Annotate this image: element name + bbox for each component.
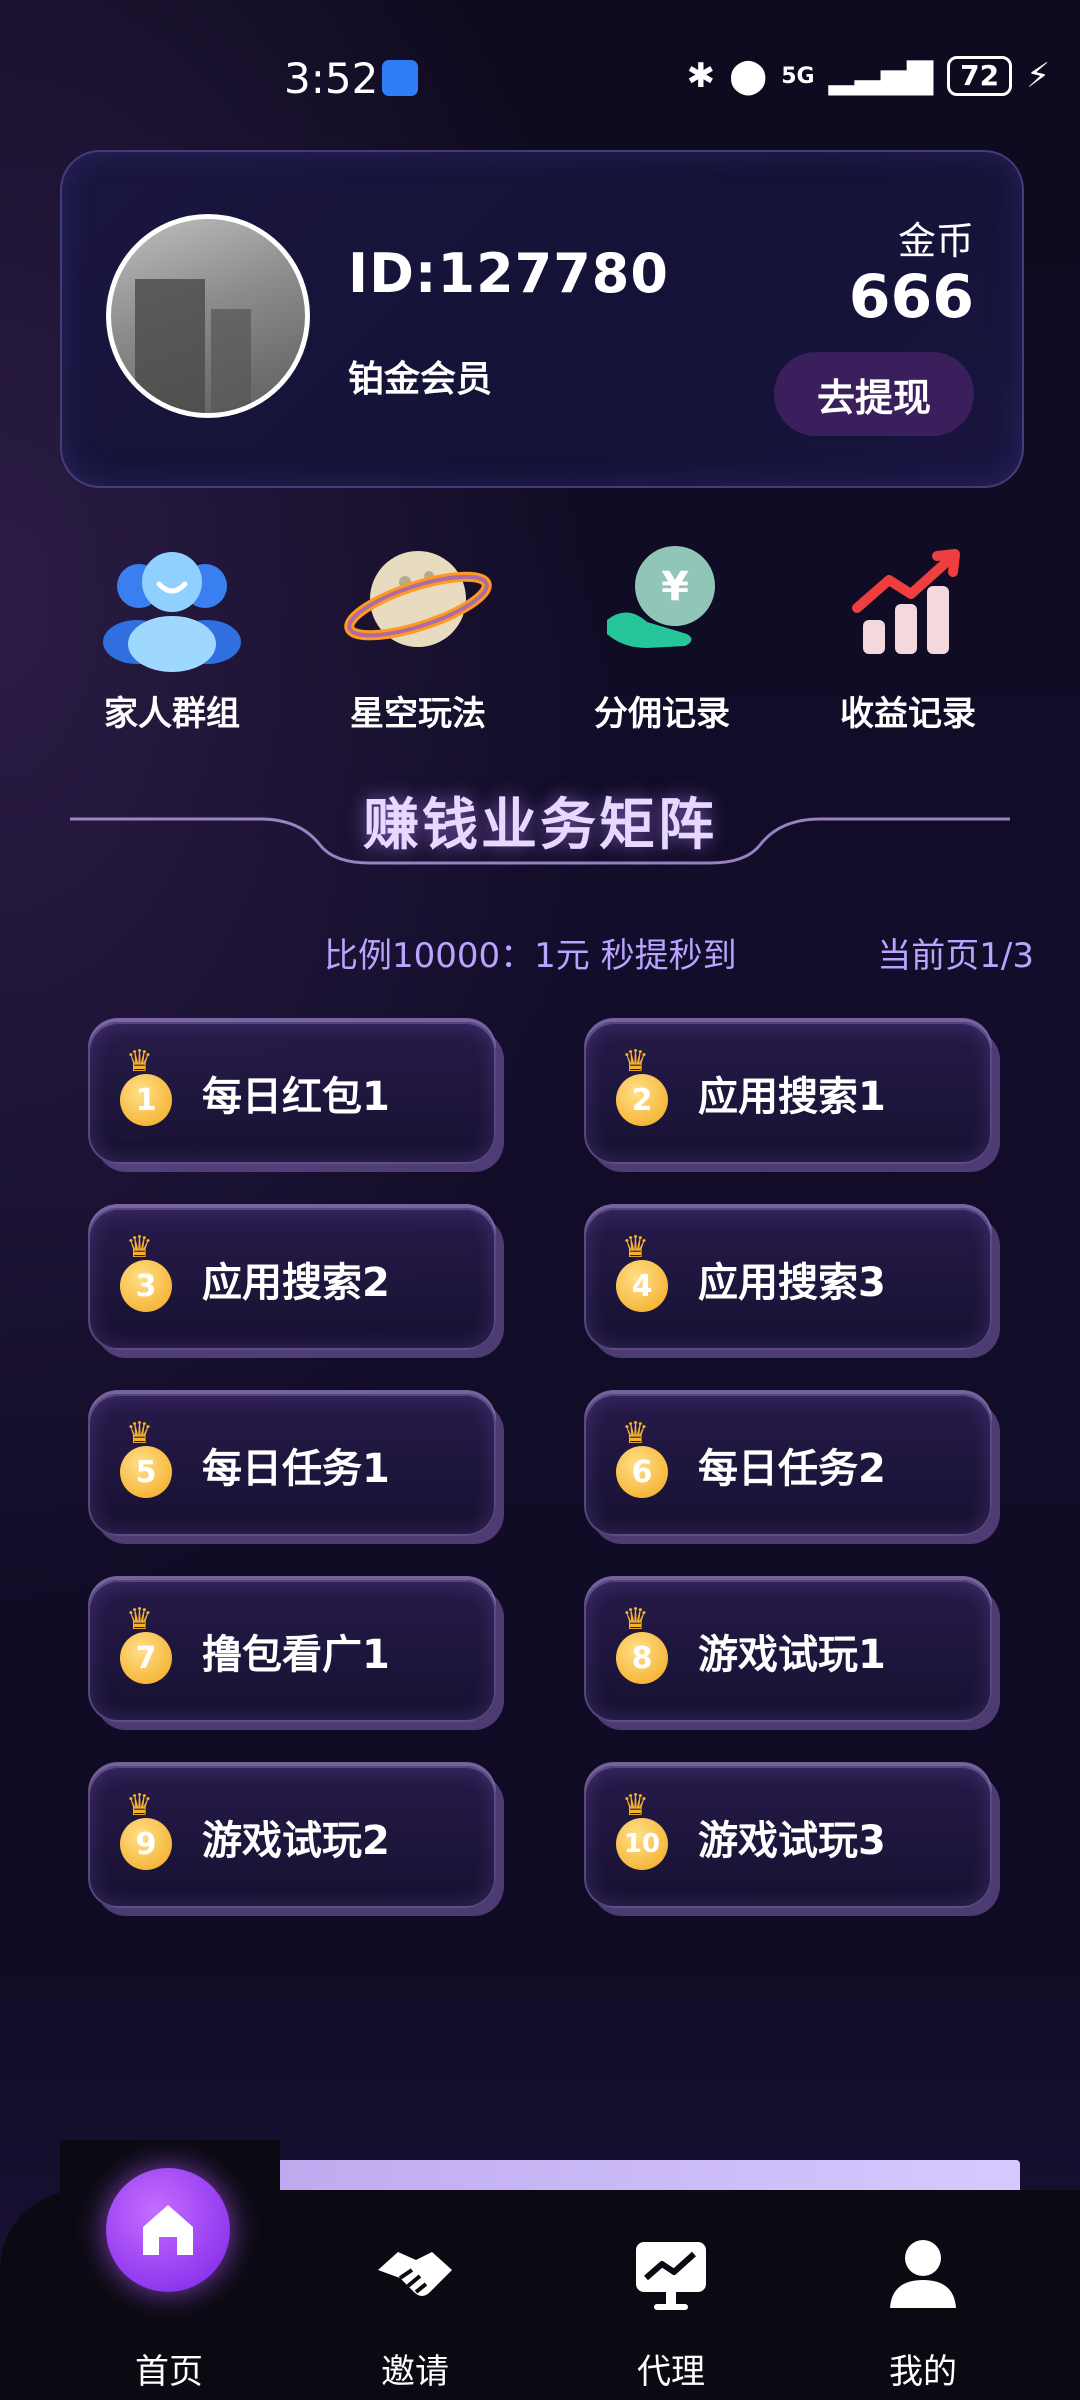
planet-icon bbox=[343, 524, 493, 674]
nav-invite[interactable]: 邀请 bbox=[340, 2200, 490, 2393]
quick-action-label: 家人群组 bbox=[104, 694, 240, 734]
bluetooth-icon: ✱ bbox=[686, 56, 716, 96]
crown-icon: ♛ bbox=[126, 1044, 153, 1079]
task-name: 应用搜索1 bbox=[698, 1074, 886, 1120]
coin-label: 金币 bbox=[897, 219, 974, 263]
quick-action-earnings[interactable]: 收益记录 bbox=[808, 524, 1008, 735]
rank-badge: ♛ 8 bbox=[616, 1602, 668, 1684]
member-level: 铂金会员 bbox=[348, 359, 493, 400]
nav-label: 首页 bbox=[135, 2352, 203, 2392]
nav-agent[interactable]: 代理 bbox=[596, 2200, 746, 2393]
task-card[interactable]: ♛ 10 游戏试玩3 bbox=[584, 1766, 992, 1908]
task-card[interactable]: ♛ 4 应用搜索3 bbox=[584, 1208, 992, 1350]
handshake-icon bbox=[370, 2230, 460, 2320]
rank-badge: ♛ 7 bbox=[120, 1602, 172, 1684]
battery-level: 72 bbox=[947, 56, 1013, 96]
nav-label: 我的 bbox=[889, 2352, 957, 2392]
agent-chart-icon bbox=[626, 2230, 716, 2320]
crown-icon: ♛ bbox=[126, 1416, 153, 1451]
family-group-icon bbox=[97, 524, 247, 674]
user-id: ID:127780 bbox=[348, 242, 669, 305]
quick-action-label: 星空玩法 bbox=[350, 694, 486, 734]
rank-badge: ♛ 2 bbox=[616, 1044, 668, 1126]
charging-icon: ⚡ bbox=[1026, 56, 1050, 96]
app-notification-icon bbox=[382, 60, 418, 96]
quick-action-label: 收益记录 bbox=[840, 694, 976, 734]
task-name: 游戏试玩1 bbox=[698, 1632, 886, 1678]
task-card[interactable]: ♛ 7 撸包看广1 bbox=[88, 1580, 496, 1722]
location-icon: ⬤ bbox=[729, 56, 768, 96]
task-card[interactable]: ♛ 5 每日任务1 bbox=[88, 1394, 496, 1536]
rank-badge: ♛ 6 bbox=[616, 1416, 668, 1498]
crown-icon: ♛ bbox=[622, 1602, 649, 1637]
svg-text:¥: ¥ bbox=[661, 564, 689, 610]
nav-home[interactable]: 首页 bbox=[94, 2200, 244, 2393]
quick-action-label: 分佣记录 bbox=[594, 694, 730, 734]
coin-value: 666 bbox=[848, 262, 974, 332]
crown-icon: ♛ bbox=[126, 1602, 153, 1637]
commission-icon: ¥ bbox=[587, 524, 737, 674]
task-card[interactable]: ♛ 8 游戏试玩1 bbox=[584, 1580, 992, 1722]
quick-action-family-group[interactable]: 家人群组 bbox=[72, 524, 272, 735]
rank-badge: ♛ 9 bbox=[120, 1788, 172, 1870]
user-icon bbox=[878, 2230, 968, 2320]
task-name: 每日红包1 bbox=[202, 1074, 390, 1120]
task-card[interactable]: ♛ 9 游戏试玩2 bbox=[88, 1766, 496, 1908]
rank-badge: ♛ 4 bbox=[616, 1230, 668, 1312]
crown-icon: ♛ bbox=[126, 1230, 153, 1265]
section-title: 赚钱业务矩阵 bbox=[363, 793, 717, 858]
exchange-ratio: 比例10000：1元 秒提秒到 bbox=[324, 936, 737, 976]
rank-badge: ♛ 10 bbox=[616, 1788, 668, 1870]
task-name: 应用搜索2 bbox=[202, 1260, 390, 1306]
crown-icon: ♛ bbox=[622, 1230, 649, 1265]
crown-icon: ♛ bbox=[622, 1044, 649, 1079]
quick-action-star-play[interactable]: 星空玩法 bbox=[318, 524, 518, 735]
crown-icon: ♛ bbox=[622, 1788, 649, 1823]
page-indicator: 当前页1/3 bbox=[877, 936, 1034, 976]
earnings-chart-icon bbox=[833, 524, 983, 674]
network-label: 5G bbox=[781, 63, 815, 89]
status-time: 3:52 bbox=[284, 54, 379, 103]
nav-label: 邀请 bbox=[381, 2352, 449, 2392]
rank-badge: ♛ 3 bbox=[120, 1230, 172, 1312]
task-card[interactable]: ♛ 6 每日任务2 bbox=[584, 1394, 992, 1536]
profile-card: ID:127780 铂金会员 金币 666 去提现 bbox=[60, 150, 1024, 488]
task-name: 撸包看广1 bbox=[202, 1632, 390, 1678]
status-bar: 3:52 ✱ ⬤ 5G ▂▃▅▇ 72 ⚡ bbox=[0, 0, 1080, 150]
task-name: 每日任务1 bbox=[202, 1446, 390, 1492]
rank-badge: ♛ 5 bbox=[120, 1416, 172, 1498]
task-card[interactable]: ♛ 1 每日红包1 bbox=[88, 1022, 496, 1164]
quick-action-commission[interactable]: ¥ 分佣记录 bbox=[562, 524, 762, 735]
avatar[interactable] bbox=[106, 214, 310, 418]
task-name: 每日任务2 bbox=[698, 1446, 886, 1492]
task-card[interactable]: ♛ 3 应用搜索2 bbox=[88, 1208, 496, 1350]
signal-icon: ▂▃▅▇ bbox=[828, 56, 934, 96]
nav-label: 代理 bbox=[637, 2352, 705, 2392]
withdraw-button[interactable]: 去提现 bbox=[774, 352, 974, 436]
task-name: 游戏试玩3 bbox=[698, 1818, 886, 1864]
task-name: 游戏试玩2 bbox=[202, 1818, 390, 1864]
rank-badge: ♛ 1 bbox=[120, 1044, 172, 1126]
task-card[interactable]: ♛ 2 应用搜索1 bbox=[584, 1022, 992, 1164]
nav-mine[interactable]: 我的 bbox=[848, 2200, 998, 2393]
task-name: 应用搜索3 bbox=[698, 1260, 886, 1306]
crown-icon: ♛ bbox=[126, 1788, 153, 1823]
status-icons: ✱ ⬤ 5G ▂▃▅▇ 72 ⚡ bbox=[687, 56, 1050, 96]
crown-icon: ♛ bbox=[622, 1416, 649, 1451]
